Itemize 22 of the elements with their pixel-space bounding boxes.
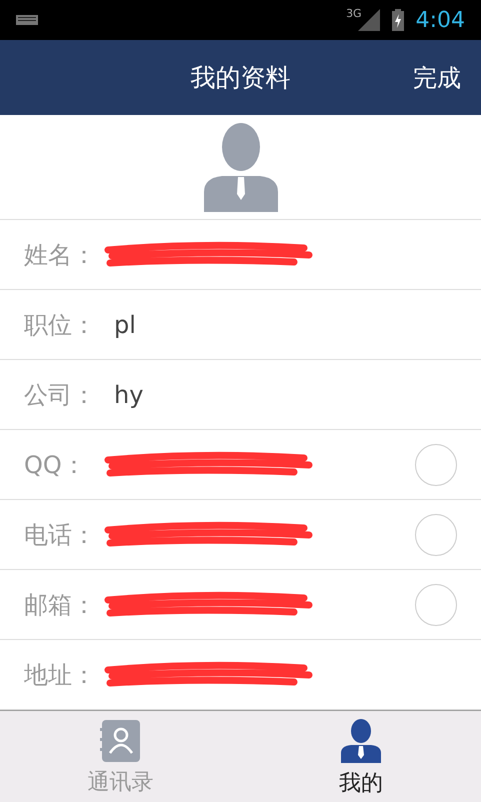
page-title: 我的资料 xyxy=(190,62,290,94)
field-label: 电话： xyxy=(24,520,97,550)
field-label: 职位： xyxy=(24,310,97,340)
field-label: 地址： xyxy=(24,660,97,690)
clock-time: 4:04 xyxy=(416,6,465,34)
done-button[interactable]: 完成 xyxy=(413,60,461,96)
keyboard-icon xyxy=(16,15,38,25)
radio-button[interactable] xyxy=(415,444,457,486)
radio-button[interactable] xyxy=(415,514,457,556)
field-label: 姓名： xyxy=(24,240,97,270)
radio-button[interactable] xyxy=(415,584,457,626)
address-book-icon xyxy=(100,720,140,762)
tab[interactable]: 我的 xyxy=(240,711,481,802)
field-label: 邮箱： xyxy=(24,590,97,620)
avatar-icon[interactable] xyxy=(204,122,278,212)
field-label: QQ： xyxy=(24,450,87,480)
field-value[interactable]: pl xyxy=(114,306,136,342)
field-label: 公司： xyxy=(24,380,97,410)
network-label: 3G xyxy=(346,6,362,22)
battery-icon xyxy=(392,9,404,31)
person-icon xyxy=(340,719,381,763)
field-value[interactable]: hy xyxy=(114,376,144,412)
